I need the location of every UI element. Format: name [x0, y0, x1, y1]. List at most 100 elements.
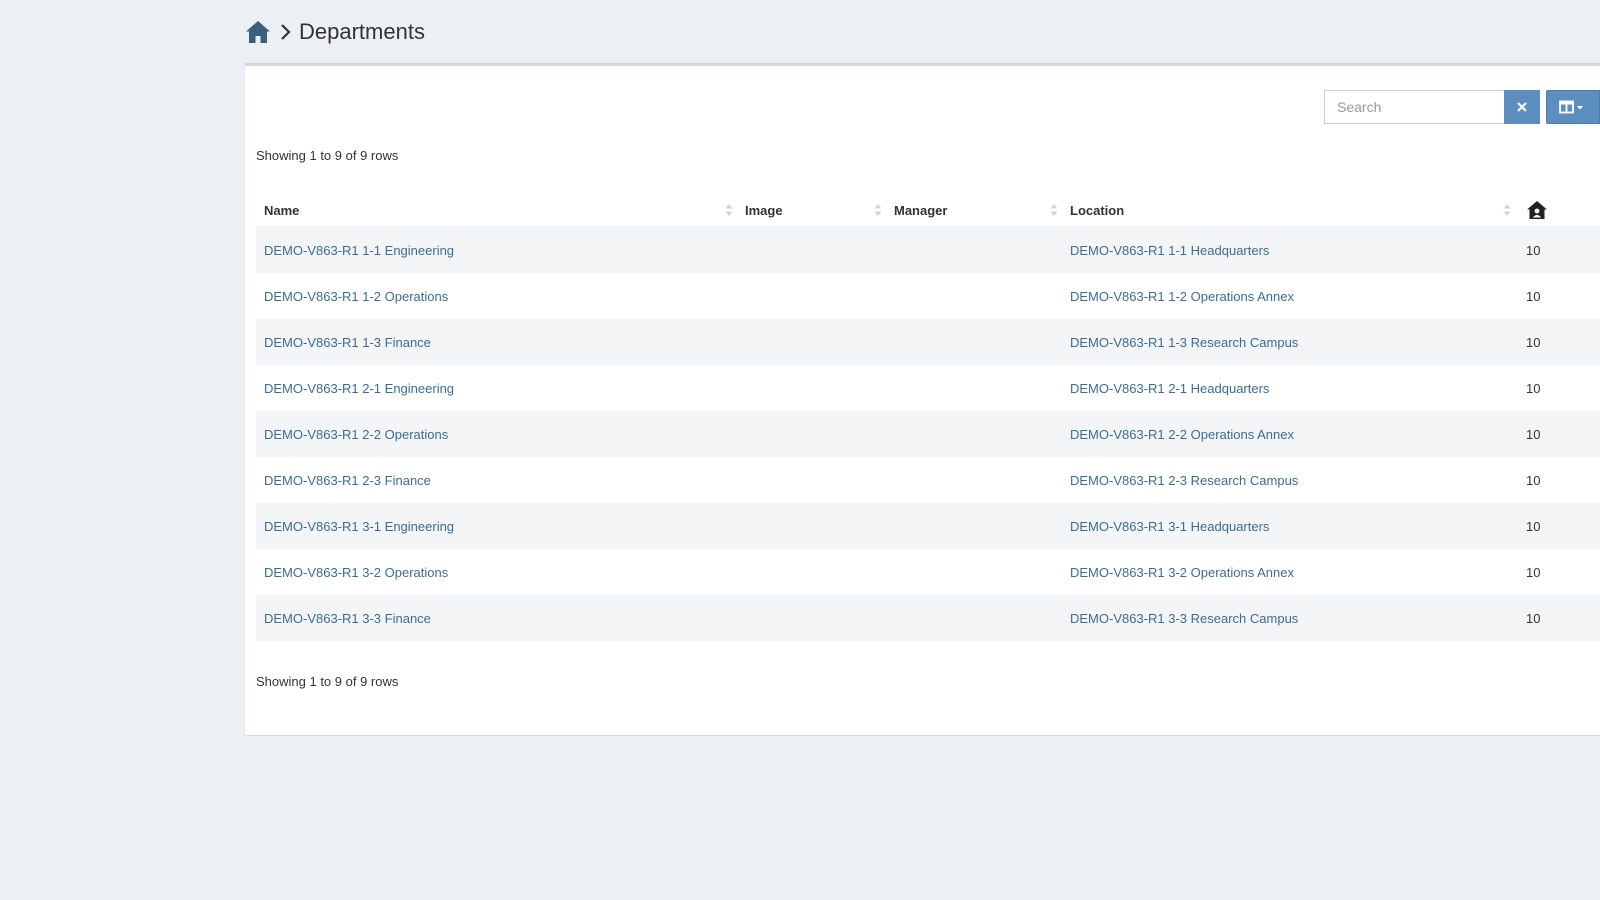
- users-count-cell: 10: [1526, 564, 1541, 580]
- search-input[interactable]: [1324, 90, 1504, 124]
- close-icon: [1517, 102, 1527, 112]
- column-header-manager[interactable]: Manager: [886, 194, 1062, 227]
- location-link[interactable]: DEMO-V863-R1 1-1 Headquarters: [1070, 243, 1269, 258]
- location-link[interactable]: DEMO-V863-R1 1-3 Research Campus: [1070, 335, 1298, 350]
- department-name-link[interactable]: DEMO-V863-R1 3-1 Engineering: [264, 519, 454, 534]
- department-name-link[interactable]: DEMO-V863-R1 1-3 Finance: [264, 335, 431, 350]
- name-cell: DEMO-V863-R1 2-2 Operations: [256, 411, 737, 457]
- manager-cell: [886, 549, 1062, 595]
- users-count-cell: 10: [1526, 518, 1541, 534]
- image-cell: [737, 227, 886, 274]
- table-row: DEMO-V863-R1 2-2 Operations DEMO-V863-R1 …: [256, 411, 1600, 457]
- pagination-info-top: Showing 1 to 9 of 9 rows: [256, 148, 399, 163]
- users-count-cell: 10: [1526, 288, 1541, 304]
- name-cell: DEMO-V863-R1 3-2 Operations: [256, 549, 737, 595]
- image-cell: [737, 365, 886, 411]
- image-cell: [737, 273, 886, 319]
- table-row: DEMO-V863-R1 2-1 Engineering DEMO-V863-R1…: [256, 365, 1600, 411]
- department-name-link[interactable]: DEMO-V863-R1 1-1 Engineering: [264, 243, 454, 258]
- table-row: DEMO-V863-R1 1-1 Engineering DEMO-V863-R1…: [256, 226, 1600, 274]
- users-count-cell: 10: [1526, 610, 1541, 626]
- name-cell: DEMO-V863-R1 2-1 Engineering: [256, 365, 737, 411]
- sort-icon: [1050, 204, 1058, 216]
- columns-icon: [1559, 100, 1583, 114]
- location-cell: DEMO-V863-R1 3-2 Operations Annex: [1062, 549, 1515, 595]
- column-header-users-count[interactable]: [1515, 194, 1600, 227]
- image-cell: [737, 549, 886, 595]
- column-header-location[interactable]: Location: [1062, 194, 1515, 227]
- location-link[interactable]: DEMO-V863-R1 2-3 Research Campus: [1070, 473, 1298, 488]
- table-row: DEMO-V863-R1 1-2 Operations DEMO-V863-R1 …: [256, 273, 1600, 319]
- location-link[interactable]: DEMO-V863-R1 3-3 Research Campus: [1070, 611, 1298, 626]
- image-cell: [737, 457, 886, 503]
- users-count-cell: 10: [1526, 472, 1541, 488]
- department-name-link[interactable]: DEMO-V863-R1 2-3 Finance: [264, 473, 431, 488]
- location-cell: DEMO-V863-R1 1-3 Research Campus: [1062, 319, 1515, 365]
- table-row: DEMO-V863-R1 3-3 Finance DEMO-V863-R1 3-3…: [256, 595, 1600, 641]
- image-cell: [737, 595, 886, 641]
- table-row: DEMO-V863-R1 1-3 Finance DEMO-V863-R1 1-3…: [256, 319, 1600, 365]
- department-name-link[interactable]: DEMO-V863-R1 3-2 Operations: [264, 565, 448, 580]
- clear-search-button[interactable]: [1504, 90, 1540, 124]
- column-header-label: Manager: [894, 202, 948, 218]
- breadcrumb: Departments: [245, 14, 425, 50]
- location-link[interactable]: DEMO-V863-R1 3-1 Headquarters: [1070, 519, 1269, 534]
- table-header-row: Name Image Manager Location: [256, 194, 1600, 227]
- location-cell: DEMO-V863-R1 2-3 Research Campus: [1062, 457, 1515, 503]
- department-name-link[interactable]: DEMO-V863-R1 3-3 Finance: [264, 611, 431, 626]
- name-cell: DEMO-V863-R1 1-3 Finance: [256, 319, 737, 365]
- column-header-image[interactable]: Image: [737, 194, 886, 227]
- manager-cell: [886, 503, 1062, 549]
- table-body: DEMO-V863-R1 1-1 Engineering DEMO-V863-R1…: [256, 226, 1600, 641]
- column-header-label: Image: [745, 202, 783, 218]
- users-count-cell: 10: [1526, 334, 1541, 350]
- image-cell: [737, 319, 886, 365]
- location-cell: DEMO-V863-R1 2-2 Operations Annex: [1062, 411, 1515, 457]
- name-cell: DEMO-V863-R1 3-1 Engineering: [256, 503, 737, 549]
- users-house-icon: [1527, 201, 1547, 219]
- departments-table: Name Image Manager Location DEMO-V863-R1…: [256, 194, 1600, 641]
- manager-cell: [886, 595, 1062, 641]
- sort-icon: [1503, 204, 1511, 216]
- manager-cell: [886, 411, 1062, 457]
- columns-toggle-button[interactable]: [1546, 90, 1600, 124]
- location-cell: DEMO-V863-R1 1-1 Headquarters: [1062, 227, 1515, 274]
- users-count-cell: 10: [1526, 242, 1541, 258]
- location-link[interactable]: DEMO-V863-R1 2-1 Headquarters: [1070, 381, 1269, 396]
- location-link[interactable]: DEMO-V863-R1 3-2 Operations Annex: [1070, 565, 1294, 580]
- image-cell: [737, 411, 886, 457]
- manager-cell: [886, 319, 1062, 365]
- location-link[interactable]: DEMO-V863-R1 2-2 Operations Annex: [1070, 427, 1294, 442]
- sort-icon: [874, 204, 882, 216]
- chevron-right-icon: [279, 23, 293, 41]
- location-cell: DEMO-V863-R1 3-3 Research Campus: [1062, 595, 1515, 641]
- department-name-link[interactable]: DEMO-V863-R1 1-2 Operations: [264, 289, 448, 304]
- image-cell: [737, 503, 886, 549]
- manager-cell: [886, 227, 1062, 274]
- table-row: DEMO-V863-R1 2-3 Finance DEMO-V863-R1 2-3…: [256, 457, 1600, 503]
- manager-cell: [886, 365, 1062, 411]
- location-link[interactable]: DEMO-V863-R1 1-2 Operations Annex: [1070, 289, 1294, 304]
- name-cell: DEMO-V863-R1 1-1 Engineering: [256, 227, 737, 274]
- home-icon[interactable]: [245, 20, 271, 44]
- departments-panel: Showing 1 to 9 of 9 rows Name Image Man: [245, 63, 1600, 735]
- location-cell: DEMO-V863-R1 1-2 Operations Annex: [1062, 273, 1515, 319]
- page-title: Departments: [299, 19, 425, 44]
- department-name-link[interactable]: DEMO-V863-R1 2-2 Operations: [264, 427, 448, 442]
- sort-icon: [725, 204, 733, 216]
- column-header-name[interactable]: Name: [256, 194, 737, 227]
- name-cell: DEMO-V863-R1 2-3 Finance: [256, 457, 737, 503]
- pagination-info-bottom: Showing 1 to 9 of 9 rows: [256, 674, 399, 689]
- column-header-label: Location: [1070, 202, 1125, 218]
- table-toolbar: [1324, 90, 1600, 124]
- name-cell: DEMO-V863-R1 1-2 Operations: [256, 273, 737, 319]
- department-name-link[interactable]: DEMO-V863-R1 2-1 Engineering: [264, 381, 454, 396]
- column-header-label: Name: [264, 202, 300, 218]
- location-cell: DEMO-V863-R1 2-1 Headquarters: [1062, 365, 1515, 411]
- table-row: DEMO-V863-R1 3-1 Engineering DEMO-V863-R1…: [256, 503, 1600, 549]
- users-count-cell: 10: [1526, 426, 1541, 442]
- table-row: DEMO-V863-R1 3-2 Operations DEMO-V863-R1 …: [256, 549, 1600, 595]
- location-cell: DEMO-V863-R1 3-1 Headquarters: [1062, 503, 1515, 549]
- manager-cell: [886, 273, 1062, 319]
- manager-cell: [886, 457, 1062, 503]
